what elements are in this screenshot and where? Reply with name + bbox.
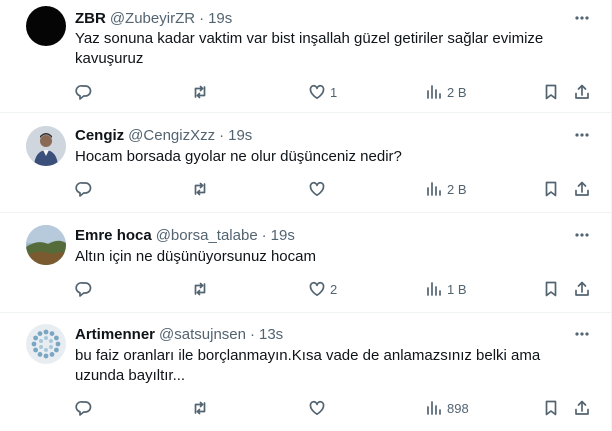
- separator-dot: ·: [199, 9, 205, 27]
- tweet-4[interactable]: Artimenner @satsujnsen · 13s bu faiz ora…: [0, 313, 612, 431]
- reply-icon: [75, 83, 93, 101]
- share-icon: [573, 280, 591, 298]
- views-count: 2 B: [447, 84, 467, 100]
- more-icon[interactable]: [572, 324, 592, 344]
- timestamp[interactable]: 19s: [228, 127, 252, 144]
- share-button[interactable]: [573, 279, 591, 299]
- retweet-icon: [191, 280, 209, 298]
- views-icon: [425, 399, 443, 417]
- retweet-button[interactable]: [191, 279, 209, 299]
- like-icon: [308, 280, 326, 298]
- tweet-text: Yaz sonuna kadar vaktim var bist inşalla…: [75, 30, 544, 67]
- tweet-header: Artimenner @satsujnsen · 13s: [75, 324, 283, 344]
- share-icon: [573, 399, 591, 417]
- more-icon[interactable]: [572, 125, 592, 145]
- author-name[interactable]: Cengiz: [75, 127, 124, 144]
- tweet-actions: 898: [0, 398, 612, 418]
- bookmark-icon: [542, 83, 560, 101]
- like-button[interactable]: 1: [308, 82, 337, 102]
- avatar-emre-hoca[interactable]: [26, 225, 66, 265]
- reply-icon: [75, 280, 93, 298]
- views-count: 2 B: [447, 181, 467, 197]
- tweet-header: Emre hoca @borsa_talabe · 19s: [75, 225, 295, 245]
- author-name[interactable]: ZBR: [75, 10, 106, 27]
- views-icon: [425, 280, 443, 298]
- views-button[interactable]: 898: [425, 398, 469, 418]
- share-button[interactable]: [573, 398, 591, 418]
- like-button[interactable]: [308, 398, 330, 418]
- more-icon[interactable]: [572, 8, 592, 28]
- bookmark-button[interactable]: [542, 398, 560, 418]
- timestamp[interactable]: 13s: [259, 326, 283, 343]
- author-name[interactable]: Artimenner: [75, 326, 155, 343]
- author-handle[interactable]: @borsa_talabe: [156, 227, 258, 244]
- retweet-icon: [191, 83, 209, 101]
- tweet-header: ZBR @ZubeyirZR · 19s: [75, 8, 232, 28]
- views-count: 898: [447, 400, 469, 416]
- bookmark-icon: [542, 280, 560, 298]
- tweet-text: Hocam borsada gyolar ne olur düşünceniz …: [75, 148, 402, 165]
- views-button[interactable]: 2 B: [425, 82, 467, 102]
- bookmark-button[interactable]: [542, 179, 560, 199]
- tweet-2[interactable]: Cengiz @CengizXzz · 19s Hocam borsada gy…: [0, 113, 612, 213]
- views-button[interactable]: 1 B: [425, 279, 467, 299]
- author-handle[interactable]: @satsujnsen: [159, 326, 246, 343]
- views-button[interactable]: 2 B: [425, 179, 467, 199]
- tweet-text: bu faiz oranları ile borçlanmayın.Kısa v…: [75, 347, 541, 384]
- author-handle[interactable]: @CengizXzz: [128, 127, 215, 144]
- like-icon: [308, 399, 326, 417]
- tweet-actions: 2 1 B: [0, 279, 612, 299]
- reply-icon: [75, 399, 93, 417]
- share-icon: [573, 83, 591, 101]
- bookmark-icon: [542, 399, 560, 417]
- more-icon[interactable]: [572, 225, 592, 245]
- like-count: 1: [330, 84, 338, 100]
- like-button[interactable]: 2: [308, 279, 337, 299]
- views-count: 1 B: [447, 281, 467, 297]
- author-handle[interactable]: @ZubeyirZR: [110, 10, 195, 27]
- retweet-icon: [191, 399, 209, 417]
- views-icon: [425, 83, 443, 101]
- bookmark-button[interactable]: [542, 82, 560, 102]
- share-button[interactable]: [573, 82, 591, 102]
- reply-button[interactable]: [75, 398, 93, 418]
- tweet-actions: 2 B: [0, 179, 612, 199]
- author-name[interactable]: Emre hoca: [75, 227, 152, 244]
- share-icon: [573, 180, 591, 198]
- timestamp[interactable]: 19s: [271, 227, 295, 244]
- retweet-icon: [191, 180, 209, 198]
- separator-dot: ·: [261, 226, 267, 244]
- reply-button[interactable]: [75, 179, 93, 199]
- separator-dot: ·: [219, 126, 225, 144]
- reply-icon: [75, 180, 93, 198]
- views-icon: [425, 180, 443, 198]
- retweet-button[interactable]: [191, 398, 209, 418]
- tweet-header: Cengiz @CengizXzz · 19s: [75, 125, 252, 145]
- like-count: 2: [330, 281, 338, 297]
- reply-button[interactable]: [75, 82, 93, 102]
- bookmark-icon: [542, 180, 560, 198]
- retweet-button[interactable]: [191, 179, 209, 199]
- reply-feed: ZBR @ZubeyirZR · 19s Yaz sonuna kadar va…: [0, 0, 612, 431]
- like-button[interactable]: [308, 179, 330, 199]
- tweet-text: Altın için ne düşünüyorsunuz hocam: [75, 248, 316, 265]
- avatar-zbr[interactable]: [26, 6, 66, 46]
- separator-dot: ·: [249, 325, 255, 343]
- reply-button[interactable]: [75, 279, 93, 299]
- like-icon: [308, 180, 326, 198]
- bookmark-button[interactable]: [542, 279, 560, 299]
- tweet-actions: 1 2 B: [0, 82, 612, 102]
- avatar-cengiz[interactable]: [26, 126, 66, 166]
- tweet-1[interactable]: ZBR @ZubeyirZR · 19s Yaz sonuna kadar va…: [0, 0, 612, 113]
- avatar-artimenner[interactable]: [26, 324, 66, 364]
- share-button[interactable]: [573, 179, 591, 199]
- retweet-button[interactable]: [191, 82, 209, 102]
- tweet-3[interactable]: Emre hoca @borsa_talabe · 19s Altın için…: [0, 213, 612, 313]
- like-icon: [308, 83, 326, 101]
- timestamp[interactable]: 19s: [208, 10, 232, 27]
